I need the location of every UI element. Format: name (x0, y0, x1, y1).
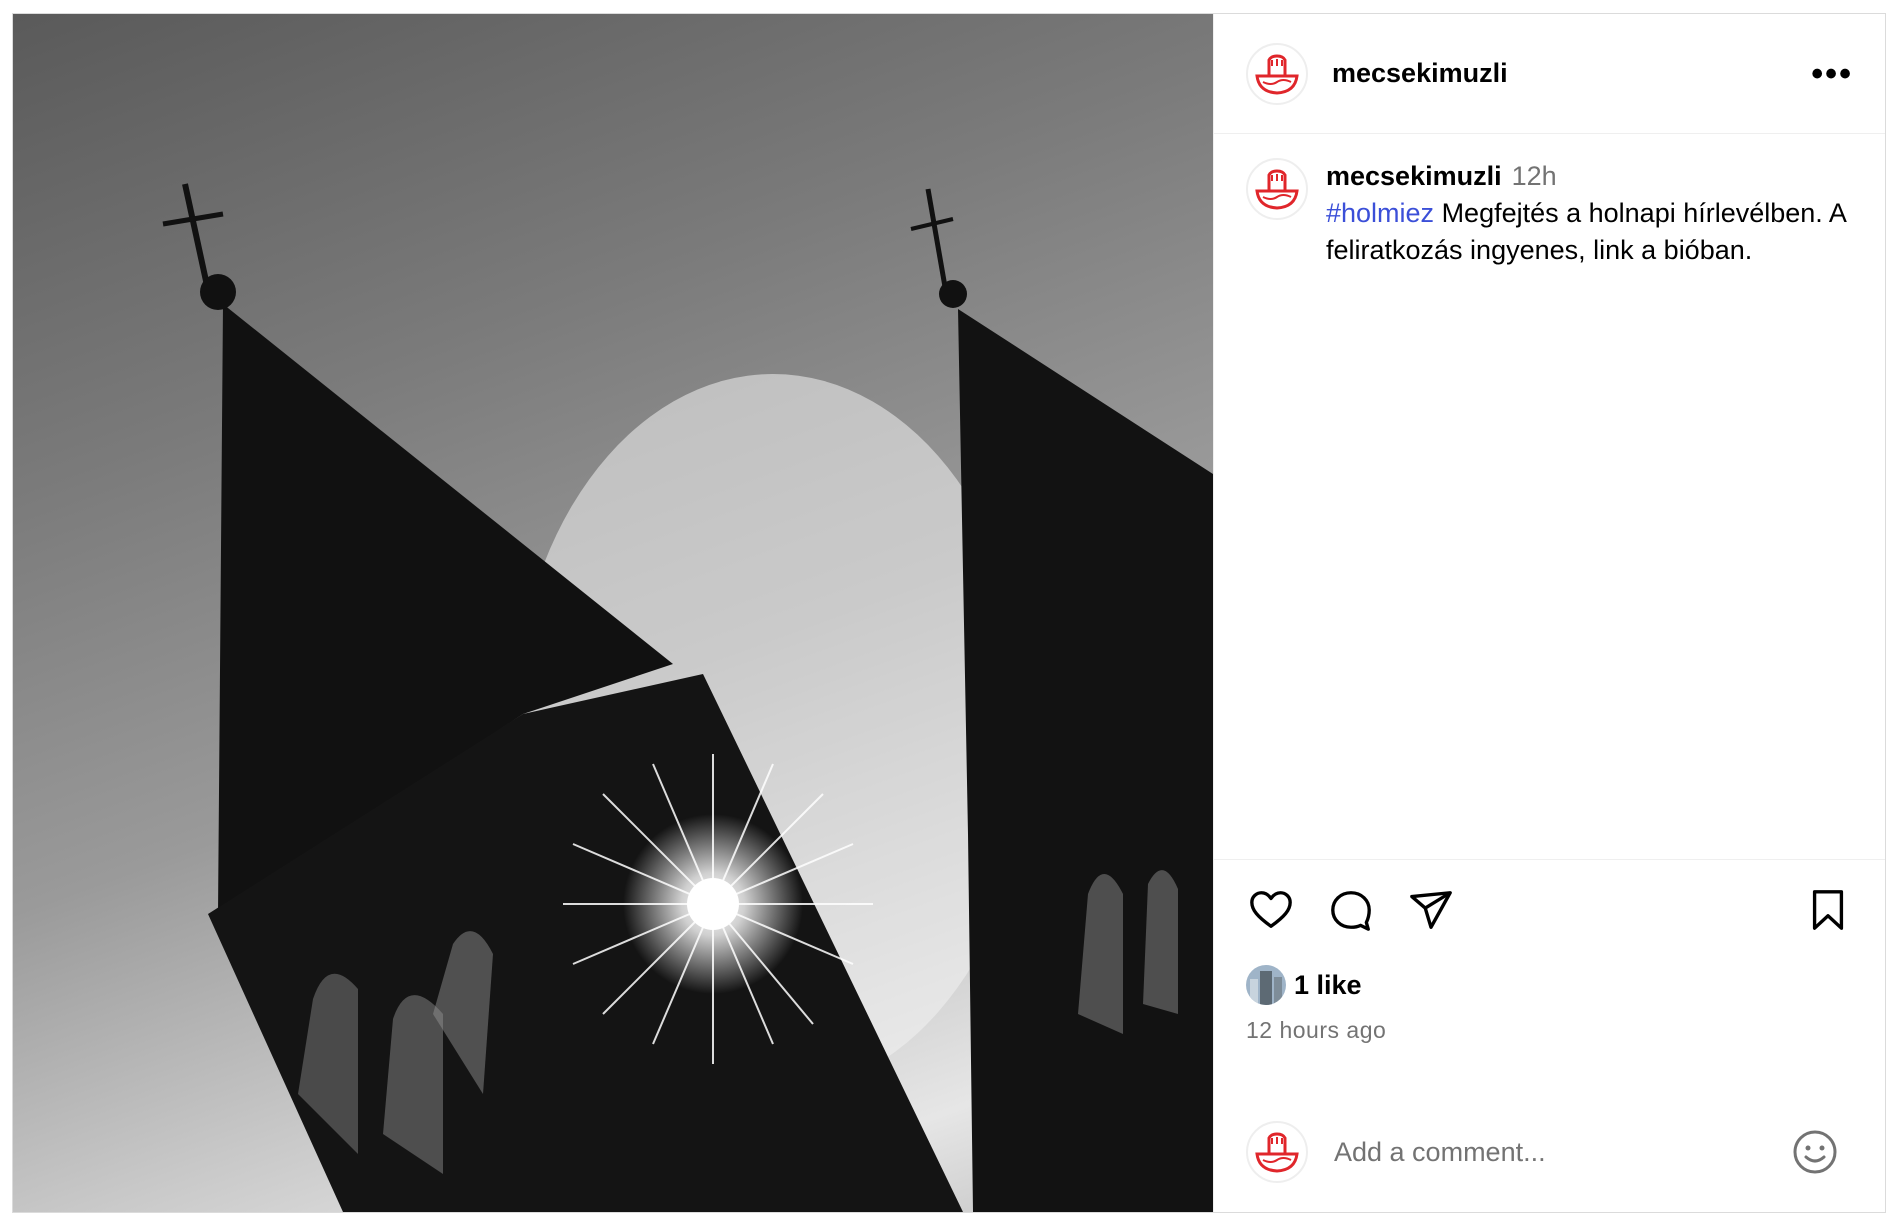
comment-icon (1331, 890, 1371, 931)
comment-button[interactable] (1326, 885, 1376, 935)
likes-count[interactable]: 1 like (1294, 970, 1362, 1001)
church-towers-photo (162, 183, 1213, 1212)
bowl-fist-logo-icon (1255, 53, 1299, 95)
share-icon (1410, 890, 1452, 929)
liker-avatar[interactable] (1246, 965, 1286, 1005)
comment-composer (1214, 1092, 1885, 1212)
post-sidebar: mecsekimuzli ••• mecsekimuzli 12h #holmie… (1213, 14, 1885, 1212)
post-header: mecsekimuzli ••• (1214, 14, 1885, 134)
action-bar (1214, 859, 1885, 959)
caption-time[interactable]: 12h (1512, 161, 1557, 191)
heart-icon (1250, 890, 1292, 928)
caption-avatar[interactable] (1246, 158, 1308, 220)
caption-username[interactable]: mecsekimuzli (1326, 161, 1502, 191)
commenter-avatar (1246, 1121, 1308, 1183)
liker-photo-icon (1246, 965, 1286, 1005)
bowl-fist-logo-icon (1255, 1132, 1299, 1173)
hashtag-link[interactable]: #holmiez (1326, 198, 1434, 228)
save-button[interactable] (1803, 885, 1853, 935)
comment-input[interactable] (1332, 1135, 1791, 1169)
post-dialog: mecsekimuzli ••• mecsekimuzli 12h #holmie… (12, 13, 1886, 1213)
caption-text-block: mecsekimuzli 12h #holmiez Megfejtés a hol… (1326, 158, 1846, 269)
header-username[interactable]: mecsekimuzli (1332, 58, 1508, 89)
profile-avatar[interactable] (1246, 42, 1308, 105)
caption-section: mecsekimuzli 12h #holmiez Megfejtés a hol… (1214, 134, 1885, 859)
post-image[interactable] (13, 14, 1213, 1212)
likes-row: 1 like (1214, 959, 1885, 1007)
more-options-icon[interactable]: ••• (1811, 57, 1853, 91)
bowl-fist-logo-icon (1255, 169, 1299, 210)
post-timestamp[interactable]: 12 hours ago (1214, 1007, 1885, 1044)
share-button[interactable] (1406, 885, 1456, 935)
smiley-icon[interactable] (1791, 1128, 1839, 1176)
like-button[interactable] (1246, 885, 1296, 935)
bookmark-icon (1812, 889, 1844, 930)
